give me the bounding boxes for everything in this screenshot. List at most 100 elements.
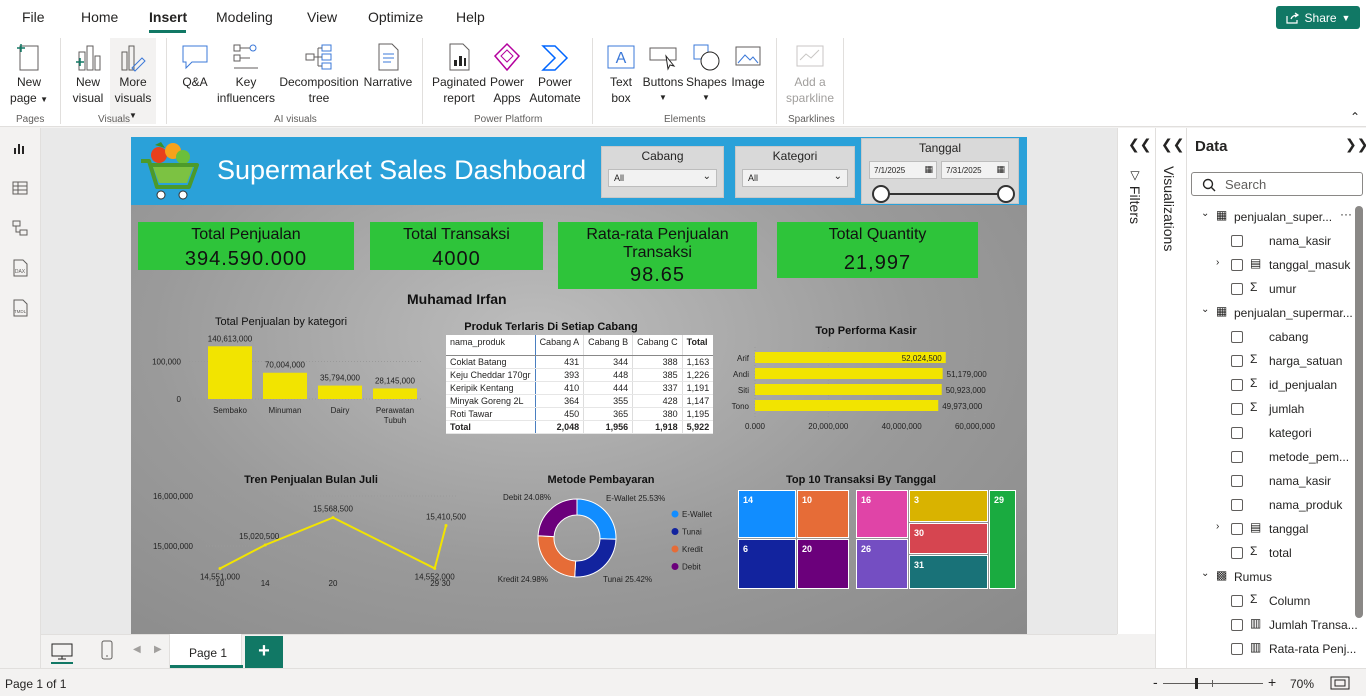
treemap-tile[interactable]: 3	[909, 490, 988, 522]
treemap-tile[interactable]: 20	[797, 539, 849, 589]
treemap-tile[interactable]: 10	[797, 490, 849, 538]
buttons-button[interactable]: Buttons ▼	[640, 38, 686, 106]
zoom-slider-track[interactable]	[1163, 683, 1263, 684]
model-view-icon[interactable]	[10, 218, 30, 238]
field-row[interactable]: › ▤ tanggal	[1187, 517, 1357, 541]
treemap-tile[interactable]: 29	[989, 490, 1016, 589]
slicer-cabang-dropdown[interactable]: All ⌄	[608, 169, 717, 187]
donut-slice[interactable]	[537, 535, 577, 578]
search-input[interactable]: Search	[1191, 172, 1363, 196]
bar[interactable]	[208, 346, 252, 399]
field-checkbox[interactable]	[1231, 451, 1243, 463]
field-checkbox[interactable]	[1231, 643, 1243, 655]
paginated-report-button[interactable]: Paginated report	[430, 38, 488, 106]
fit-to-page-icon[interactable]	[1330, 676, 1350, 690]
field-table-row[interactable]: ⌄ ▦ penjualan_super... ···	[1187, 205, 1357, 229]
power-apps-button[interactable]: Power Apps	[488, 38, 526, 106]
chevron-down-icon[interactable]: ⌄	[1201, 304, 1209, 315]
field-row[interactable]: metode_pem...	[1187, 445, 1357, 469]
new-page-button[interactable]: New page ▼	[8, 38, 50, 108]
chevron-down-icon[interactable]: ⌄	[1201, 208, 1209, 219]
chevron-down-icon[interactable]: ⌄	[1201, 568, 1209, 579]
field-checkbox[interactable]	[1231, 283, 1243, 295]
field-checkbox[interactable]	[1231, 403, 1243, 415]
bar[interactable]	[755, 400, 939, 411]
field-row[interactable]: cabang	[1187, 325, 1357, 349]
collapse-ribbon-icon[interactable]: ⌃	[1350, 110, 1360, 124]
zoom-out-button[interactable]: -	[1153, 674, 1158, 690]
chart-penjualan-kategori[interactable]: 0 100,000 140,613,000 Sembako 70,004,000 Minu…	[141, 327, 431, 437]
column-header[interactable]: Total	[681, 335, 714, 356]
desktop-layout-icon[interactable]	[51, 642, 73, 660]
field-checkbox[interactable]	[1231, 499, 1243, 511]
visualizations-pane[interactable]: ❮❮ Visualizations	[1155, 128, 1186, 668]
bar[interactable]	[755, 384, 942, 395]
previous-page-icon[interactable]: ◀	[133, 644, 141, 655]
table-produk-terlaris[interactable]: nama_produk Cabang A Cabang B Cabang C Total…	[446, 335, 714, 434]
data-point[interactable]	[218, 566, 222, 570]
image-button[interactable]: Image	[728, 38, 768, 90]
date-range-end-handle[interactable]	[997, 185, 1015, 203]
field-row[interactable]: › ▤ tanggal_masuk	[1187, 253, 1357, 277]
menu-optimize[interactable]: Optimize	[368, 9, 423, 25]
menu-insert[interactable]: Insert	[149, 9, 187, 25]
bar[interactable]	[755, 368, 943, 379]
add-sparkline-button[interactable]: Add a sparkline	[782, 38, 838, 106]
slicer-kategori-dropdown[interactable]: All ⌄	[742, 169, 848, 187]
field-checkbox[interactable]	[1231, 595, 1243, 607]
zoom-in-button[interactable]: +	[1268, 674, 1276, 690]
text-box-button[interactable]: A Text box	[602, 38, 640, 106]
column-header[interactable]: Cabang B	[583, 335, 633, 356]
narrative-button[interactable]: Narrative	[362, 38, 414, 90]
menu-modeling[interactable]: Modeling	[216, 9, 273, 25]
field-checkbox[interactable]	[1231, 523, 1243, 535]
key-influencers-button[interactable]: Key influencers	[216, 38, 276, 106]
field-row[interactable]: Σid_penjualan	[1187, 373, 1357, 397]
collapse-filters-icon[interactable]: ❮❮	[1128, 136, 1151, 153]
field-row[interactable]: Σ Column	[1187, 589, 1357, 613]
field-row[interactable]: nama_kasir	[1187, 469, 1357, 493]
field-checkbox[interactable]	[1231, 619, 1243, 631]
data-point[interactable]	[263, 543, 267, 547]
field-row[interactable]: ▥ Rata-rata Penj...	[1187, 637, 1357, 661]
donut-slice[interactable]	[576, 498, 617, 540]
chevron-right-icon[interactable]: ›	[1216, 257, 1219, 268]
bar[interactable]	[373, 388, 417, 399]
share-button[interactable]: Share ▼	[1276, 6, 1360, 29]
new-visual-button[interactable]: New visual	[68, 38, 108, 106]
field-table-row[interactable]: ⌄ ▩ Rumus	[1187, 565, 1357, 589]
field-row[interactable]: Σtotal	[1187, 541, 1357, 565]
field-checkbox[interactable]	[1231, 331, 1243, 343]
qa-button[interactable]: Q&A	[176, 38, 214, 90]
add-page-button[interactable]: +	[245, 636, 283, 668]
column-header[interactable]: Cabang C	[632, 335, 683, 356]
chart-top10-transaksi[interactable]: 14 10 16 3 29 6 20 26 30 31	[738, 490, 1018, 590]
menu-home[interactable]: Home	[81, 9, 118, 25]
table-view-icon[interactable]	[10, 178, 30, 198]
field-checkbox[interactable]	[1231, 427, 1243, 439]
field-row[interactable]: ▥ Jumlah Transa...	[1187, 613, 1358, 637]
data-point[interactable]	[331, 516, 335, 520]
treemap-tile[interactable]: 31	[909, 555, 988, 589]
page-tab[interactable]: Page 1	[169, 634, 243, 669]
bar[interactable]	[263, 372, 307, 399]
donut-slice[interactable]	[537, 498, 578, 538]
series-line[interactable]	[219, 516, 447, 570]
power-automate-button[interactable]: Power Automate	[526, 38, 584, 106]
data-point[interactable]	[433, 566, 437, 570]
chart-metode-pembayaran[interactable]: E-Wallet 25.53% Tunai 25.42% Kredit 24.98%…	[481, 489, 731, 589]
shapes-button[interactable]: Shapes ▼	[686, 38, 727, 106]
next-page-icon[interactable]: ▶	[154, 644, 162, 655]
treemap-tile[interactable]: 14	[738, 490, 796, 538]
collapse-visualizations-icon[interactable]: ❮❮	[1161, 136, 1184, 153]
field-row[interactable]: Σumur	[1187, 277, 1357, 301]
field-row[interactable]: kategori	[1187, 421, 1357, 445]
slicer-tanggal[interactable]: Tanggal 7/1/2025 ▦ 7/31/2025 ▦	[861, 138, 1019, 204]
treemap-tile[interactable]: 26	[856, 539, 908, 589]
field-table-row[interactable]: ⌄ ▦ penjualan_supermar...	[1187, 301, 1357, 325]
donut-slice[interactable]	[574, 538, 617, 578]
dax-query-view-icon[interactable]: DAX	[10, 258, 30, 278]
more-options-icon[interactable]: ···	[1340, 207, 1352, 221]
treemap-tile[interactable]: 16	[856, 490, 908, 538]
chart-top-kasir[interactable]: 0.000 20,000,000 40,000,000 60,000,000 Arif 5…	[721, 347, 1021, 437]
